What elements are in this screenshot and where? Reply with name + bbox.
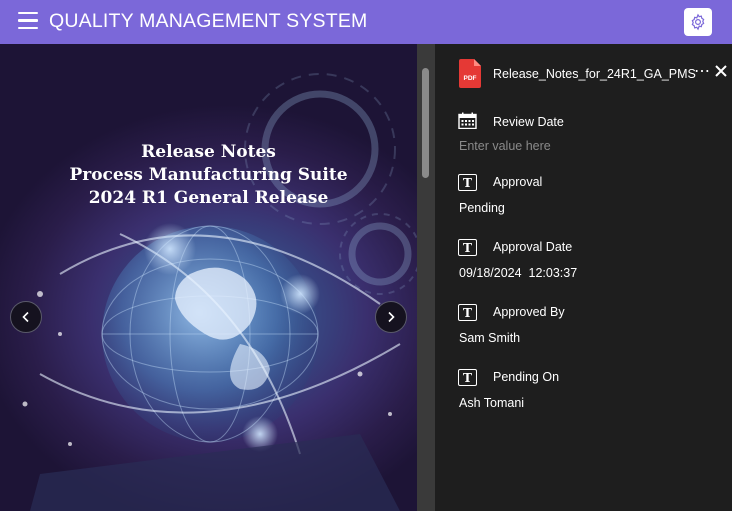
app-header: QUALITY MANAGEMENT SYSTEM	[0, 0, 732, 44]
pdf-file-icon: PDF	[459, 59, 481, 88]
cover-title-line-3: 2024 R1 General Release	[88, 188, 329, 208]
document-page: Release Notes Process Manufacturing Suit…	[0, 44, 417, 511]
more-options-button[interactable]: ⋯	[694, 61, 711, 81]
text-field-icon: T	[458, 369, 477, 386]
properties-panel: PDF Release_Notes_for_24R1_GA_PMS ⋯ Revi…	[435, 44, 732, 511]
chevron-right-icon	[388, 311, 395, 323]
previous-page-button[interactable]	[10, 301, 42, 333]
calendar-icon	[458, 112, 477, 129]
viewer-scrollbar[interactable]	[422, 68, 429, 178]
file-name: Release_Notes_for_24R1_GA_PMS	[493, 67, 696, 81]
hamburger-menu-icon[interactable]	[18, 12, 38, 30]
pending-on-label: Pending On	[493, 370, 560, 384]
document-viewer: Release Notes Process Manufacturing Suit…	[0, 44, 435, 511]
cover-title-line-1: Release Notes	[141, 142, 276, 162]
approval-date-label: Approval Date	[493, 240, 573, 254]
pending-on-value: Ash Tomani	[459, 396, 525, 410]
text-field-icon: T	[458, 174, 477, 191]
review-date-label: Review Date	[493, 115, 564, 129]
review-date-input[interactable]	[459, 139, 699, 153]
pdf-badge: PDF	[464, 75, 477, 82]
gear-icon	[691, 13, 705, 31]
chevron-left-icon	[22, 311, 29, 323]
approval-value: Pending	[459, 201, 505, 215]
text-field-icon: T	[458, 239, 477, 256]
close-icon[interactable]	[714, 64, 728, 78]
settings-button[interactable]	[684, 8, 712, 36]
next-page-button[interactable]	[375, 301, 407, 333]
approved-by-value: Sam Smith	[459, 331, 521, 345]
approved-by-label: Approved By	[493, 305, 565, 319]
cover-artwork	[22, 73, 417, 511]
cover-title-line-2: Process Manufacturing Suite	[69, 165, 348, 185]
approval-date-value: 09/18/2024 12:03:37	[459, 266, 578, 280]
approval-label: Approval	[493, 175, 543, 189]
text-field-icon: T	[458, 304, 477, 321]
app-title: QUALITY MANAGEMENT SYSTEM	[49, 10, 368, 32]
